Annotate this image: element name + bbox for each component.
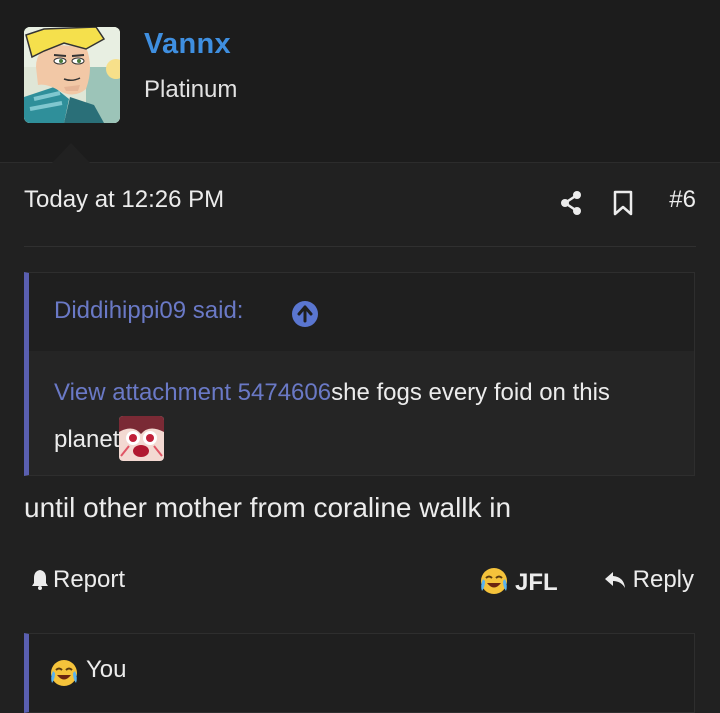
post-body: until other mother from coraline wallk i… — [24, 492, 512, 523]
arrow-up-icon[interactable] — [292, 301, 318, 327]
crying-laughing-emoji-icon — [51, 660, 77, 686]
username[interactable]: Vannx — [144, 28, 231, 61]
user-title: Platinum — [144, 76, 238, 103]
reply-arrow-icon — [604, 572, 625, 588]
cartoon-avatar-icon — [24, 27, 120, 123]
jfl-label: JFL — [515, 569, 558, 596]
attachment-link[interactable]: View attachment 5474606 — [54, 379, 331, 406]
post-date[interactable]: Today at 12:26 PM — [24, 186, 224, 214]
report-button[interactable]: Report — [30, 566, 125, 594]
bookmark-icon[interactable] — [612, 190, 634, 216]
post-number[interactable]: #6 — [669, 186, 696, 214]
header-pointer — [52, 143, 90, 163]
report-label: Report — [53, 566, 126, 593]
quote-block: Diddihippi09 said: View attachment 54746… — [24, 272, 695, 476]
user-header: Vannx Platinum — [0, 0, 720, 163]
reply-label: Reply — [632, 566, 694, 593]
crying-laughing-emoji-icon — [481, 568, 507, 594]
quote-header: Diddihippi09 said: — [29, 273, 694, 351]
anime-face-sticker-icon — [119, 416, 165, 461]
user-avatar[interactable] — [24, 27, 120, 123]
post-meta: Today at 12:26 PM #6 — [24, 186, 696, 222]
reply-button[interactable]: Reply — [603, 566, 694, 594]
meta-divider — [24, 246, 696, 247]
quote-body: View attachment 5474606she fogs every fo… — [54, 369, 674, 463]
share-icon[interactable] — [559, 190, 583, 216]
post-actions: Report JFL Reply — [24, 564, 694, 604]
bell-icon — [32, 570, 48, 590]
jfl-reaction-button[interactable]: JFL — [479, 566, 558, 597]
reactions-list[interactable]: You — [86, 656, 127, 684]
quote-author[interactable]: Diddihippi09 said: — [54, 297, 243, 325]
reactions-bar: You — [24, 633, 695, 713]
